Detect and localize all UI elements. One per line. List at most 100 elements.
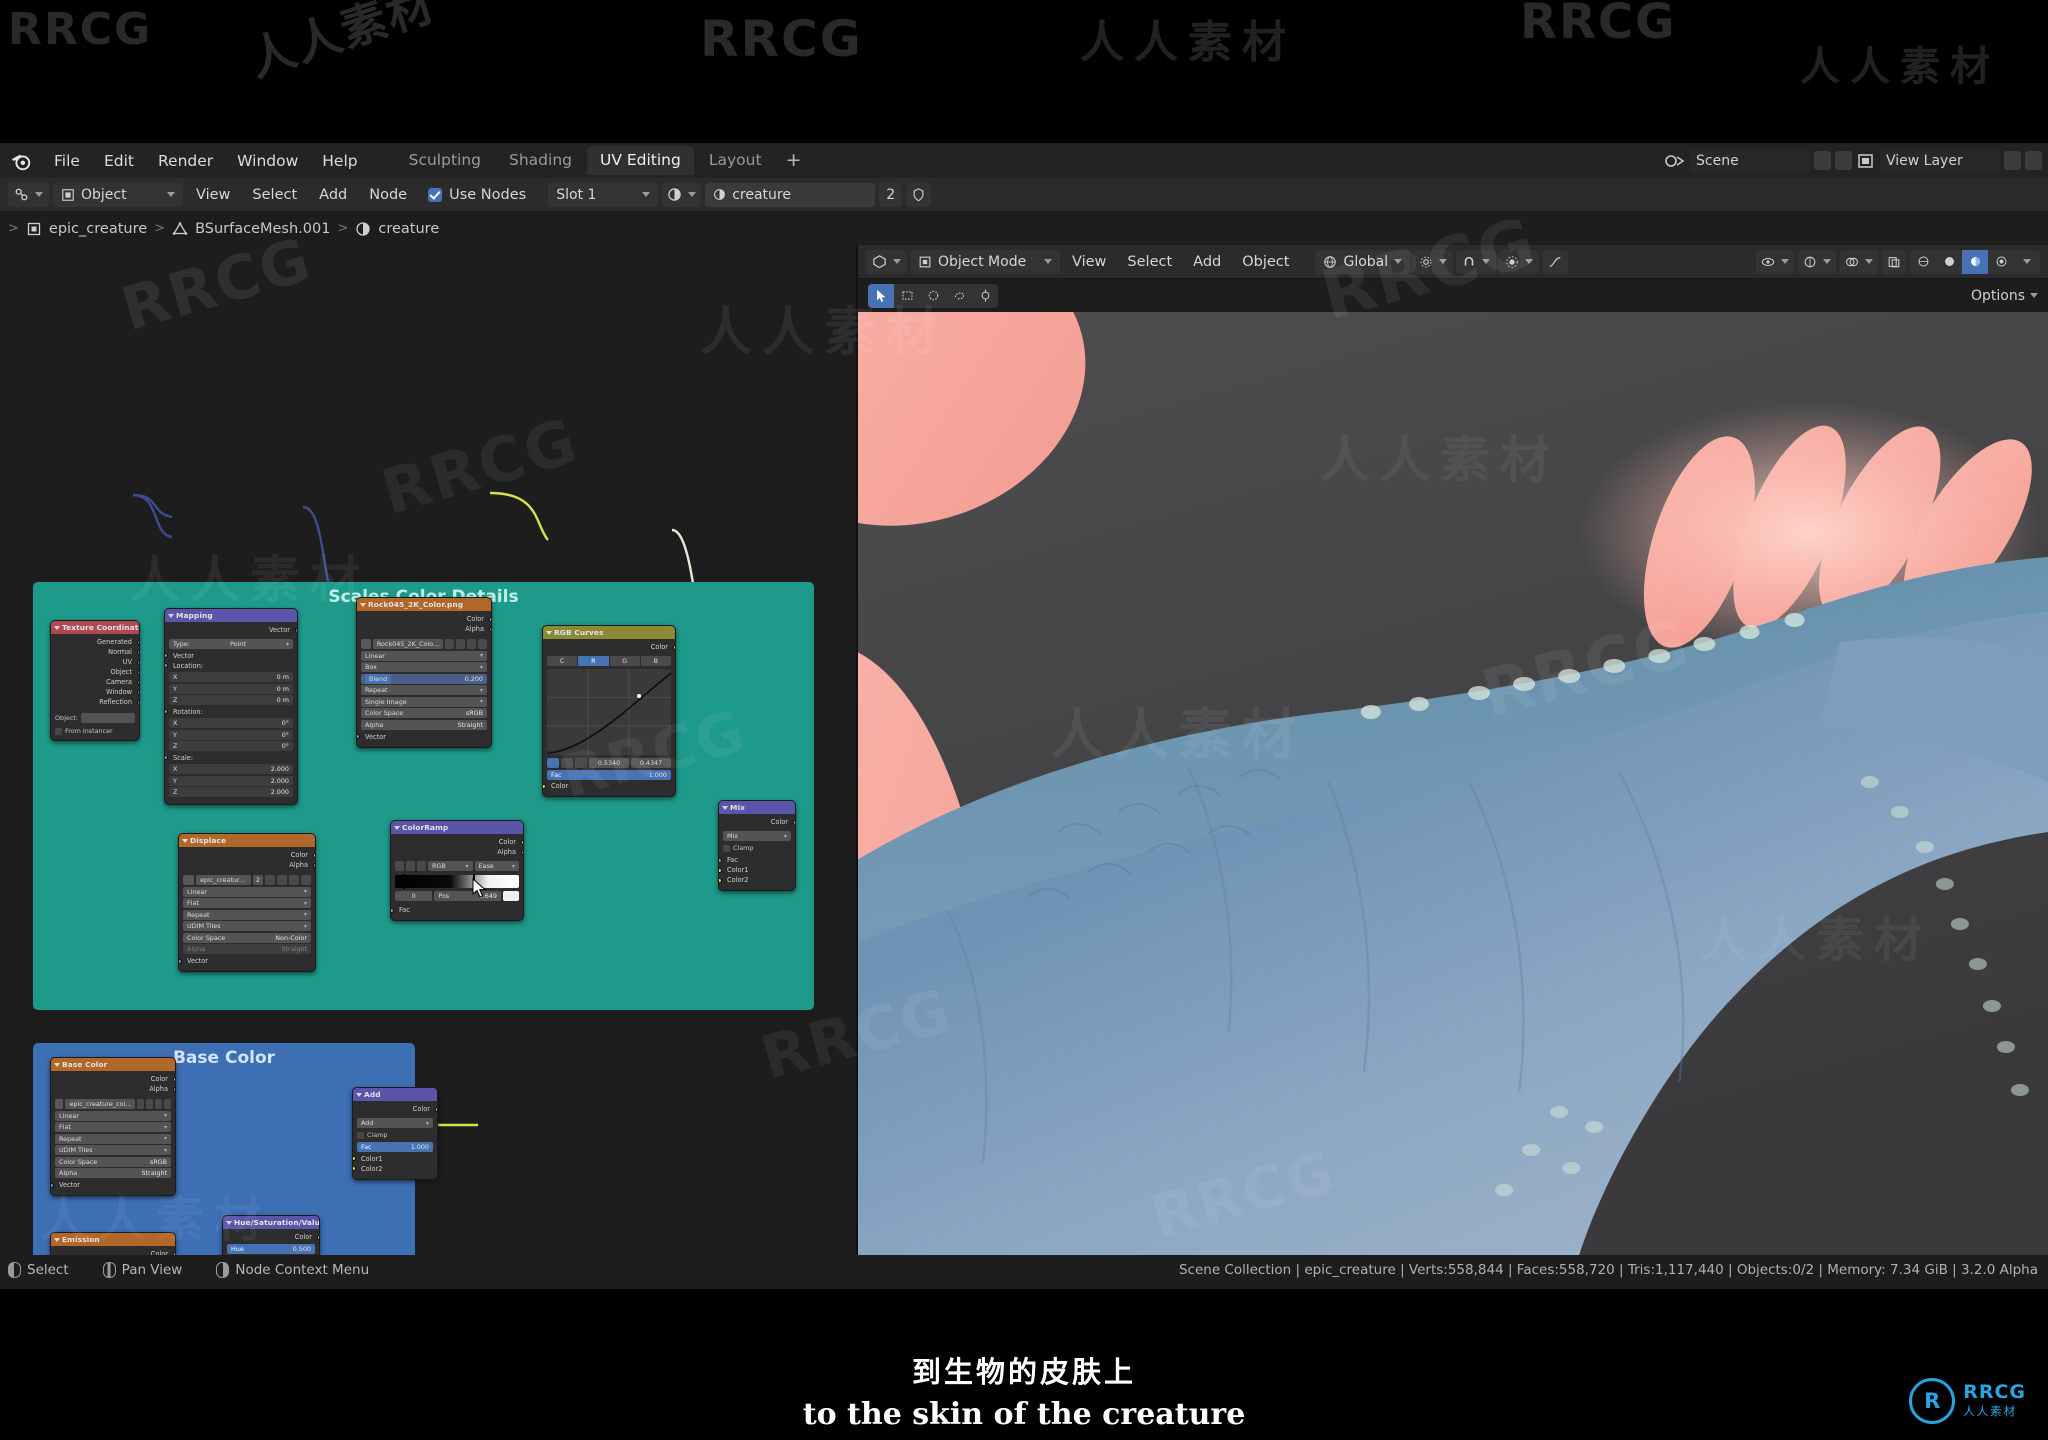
gizmo-toggle[interactable]	[1798, 249, 1836, 274]
material-browse-button[interactable]	[662, 182, 702, 207]
channel-r[interactable]: R	[578, 656, 609, 666]
color-space-dropdown[interactable]: Color Space sRGB	[361, 708, 487, 718]
viewport-menu-view[interactable]: View	[1063, 254, 1115, 270]
socket-row[interactable]: Rotation:	[165, 707, 293, 717]
socket-row[interactable]: Alpha	[361, 624, 491, 634]
new-view-layer-button[interactable]	[2004, 151, 2021, 170]
image-name-field[interactable]: Rock045_2K_Colo...	[372, 639, 444, 649]
breadcrumb-item-mesh[interactable]: BSurfaceMesh.001	[195, 221, 330, 237]
location-y[interactable]: Y 0 m	[169, 683, 293, 694]
shading-material-preview[interactable]	[1962, 249, 1988, 274]
image-name-field[interactable]: epic_creature_col...	[65, 1099, 136, 1109]
source-dropdown[interactable]: UDIM Tiles	[55, 1145, 171, 1155]
image-datablock-row[interactable]: Rock045_2K_Colo...	[361, 639, 487, 649]
object-picker[interactable]: Object:	[55, 711, 135, 724]
node-base-color-image[interactable]: Base Color Color Alpha epic_creature_col…	[50, 1057, 176, 1196]
socket-row[interactable]: Reflection	[55, 697, 139, 707]
pivot-point-selector[interactable]	[1413, 249, 1454, 274]
node-menu-view[interactable]: View	[187, 187, 239, 203]
curve-tools-icon[interactable]	[575, 758, 587, 768]
node-mapping[interactable]: Mapping Vector Type: Point Vector Locati…	[164, 608, 298, 805]
open-folder-icon[interactable]	[467, 639, 477, 649]
tool-select-box[interactable]	[894, 284, 920, 308]
shading-solid[interactable]	[1936, 250, 1962, 274]
alpha-dropdown[interactable]: Alpha Straight	[55, 1168, 171, 1178]
projection-dropdown[interactable]: Box	[361, 662, 487, 672]
socket-row[interactable]: Color	[723, 817, 795, 827]
projection-dropdown[interactable]: Flat	[183, 898, 311, 908]
remove-view-layer-button[interactable]	[2025, 151, 2042, 170]
node-image-texture-rock[interactable]: Rock045_2K_Color.png Color Alpha Rock045…	[356, 597, 492, 748]
ramp-stop-row[interactable]: 0 Pos 0.649	[395, 891, 519, 901]
socket-row[interactable]: Object	[55, 667, 139, 677]
socket-row[interactable]: Color1	[719, 865, 791, 875]
shield-icon[interactable]	[137, 1099, 145, 1109]
node-add-rgb[interactable]: Add Color Add Clamp Fac 1.000 Color1 Colo…	[352, 1087, 438, 1180]
add-workspace-button[interactable]: +	[777, 151, 811, 170]
ramp-tools-icon[interactable]	[417, 861, 426, 871]
socket-row[interactable]: Vector	[169, 625, 297, 635]
ramp-interpolation[interactable]: RGB	[428, 861, 473, 871]
extension-dropdown[interactable]: Repeat	[183, 909, 311, 920]
breadcrumb-item-object[interactable]: epic_creature	[49, 221, 147, 237]
tool-select-circle[interactable]	[920, 284, 946, 308]
node-mix-rgb[interactable]: Mix Color Mix Clamp Fac Color1 Color2	[718, 800, 796, 891]
clamp-checkbox[interactable]: Clamp	[357, 1131, 433, 1139]
ramp-mode[interactable]: Ease	[474, 861, 519, 871]
socket-row[interactable]: Color	[357, 1104, 437, 1114]
curve-tools-row[interactable]: 0.5340 0.4347	[547, 758, 671, 768]
fac-slider[interactable]: Fac 1.000	[547, 769, 671, 780]
xray-toggle[interactable]	[1882, 249, 1906, 274]
shading-options-dropdown[interactable]	[2014, 250, 2040, 274]
tab-sculpting[interactable]: Sculpting	[396, 146, 494, 175]
new-scene-button[interactable]	[1814, 151, 1831, 170]
projection-dropdown[interactable]: Flat	[55, 1122, 171, 1132]
socket-row[interactable]: Window	[55, 687, 139, 697]
remove-stop-icon[interactable]	[406, 861, 415, 871]
rotation-y[interactable]: Y 0°	[169, 729, 293, 740]
proportional-falloff-selector[interactable]	[1542, 249, 1569, 274]
scale-z[interactable]: Z 2.000	[169, 787, 293, 797]
viewport-render[interactable]	[858, 312, 2048, 1255]
socket-row[interactable]: Vector	[165, 651, 293, 661]
alpha-dropdown[interactable]: Alpha Straight	[361, 719, 487, 730]
image-name-field[interactable]: epic_creatur...	[196, 875, 251, 885]
image-users-count[interactable]: 2	[252, 875, 263, 885]
location-z[interactable]: Z 0 m	[169, 695, 293, 705]
extension-dropdown[interactable]: Repeat	[361, 685, 487, 695]
shader-type-selector[interactable]: Object	[53, 182, 183, 207]
blend-mode-dropdown[interactable]: Add	[357, 1118, 433, 1128]
image-datablock-row[interactable]: epic_creature_col...	[55, 1099, 172, 1109]
viewport-options-button[interactable]: Options	[1971, 288, 2038, 304]
image-datablock-row[interactable]: epic_creatur... 2	[183, 875, 311, 885]
socket-row[interactable]: Alpha	[183, 860, 315, 870]
ramp-toolbar[interactable]: RGB Ease	[395, 861, 519, 871]
scene-field[interactable]: Scene	[1690, 148, 1810, 173]
curve-point-y[interactable]: 0.4347	[631, 758, 671, 768]
socket-row[interactable]: Vector	[179, 956, 311, 966]
socket-row[interactable]: Color	[547, 642, 675, 652]
zoom-out-icon[interactable]	[561, 758, 573, 768]
show-gizmo-toggle[interactable]	[1756, 249, 1794, 274]
socket-row[interactable]: Color	[361, 614, 491, 624]
curve-channel-tabs[interactable]: C R G B	[547, 656, 671, 666]
socket-row[interactable]: Normal	[55, 647, 139, 657]
channel-g[interactable]: G	[609, 656, 640, 666]
ramp-stop-color[interactable]	[503, 891, 519, 901]
socket-row[interactable]: Color	[543, 781, 671, 791]
node-menu-select[interactable]: Select	[243, 187, 306, 203]
socket-row[interactable]: Fac	[391, 905, 519, 915]
overlays-toggle[interactable]	[1840, 249, 1878, 274]
add-stop-icon[interactable]	[395, 861, 404, 871]
material-name-field[interactable]: creature	[705, 182, 876, 207]
zoom-in-icon[interactable]	[547, 758, 559, 768]
menu-render[interactable]: Render	[146, 149, 225, 173]
fake-user-button[interactable]	[906, 182, 932, 207]
menu-file[interactable]: File	[42, 149, 92, 173]
tab-shading[interactable]: Shading	[496, 146, 585, 175]
clamp-checkbox[interactable]: Clamp	[723, 844, 791, 852]
menu-window[interactable]: Window	[225, 149, 310, 173]
node-texture-coordinate[interactable]: Texture Coordinate Generated Normal UV O…	[50, 620, 140, 741]
node-emission-image[interactable]: Emission Color Alpha epic_creature_gl...	[50, 1232, 176, 1255]
copy-icon[interactable]	[277, 875, 287, 885]
